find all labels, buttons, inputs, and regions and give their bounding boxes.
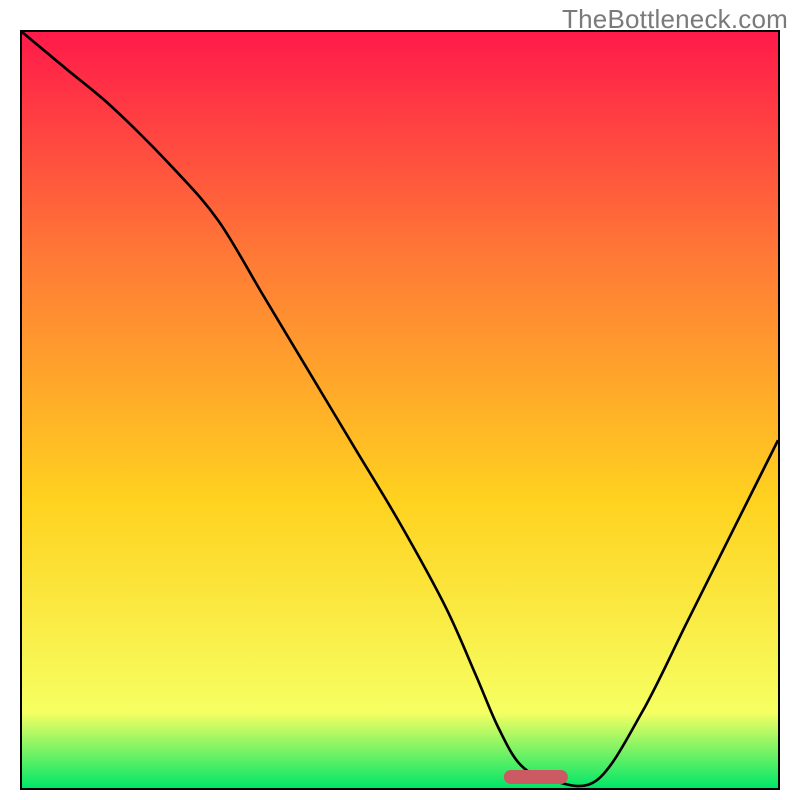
bottleneck-curve bbox=[22, 32, 778, 788]
optimal-marker bbox=[504, 770, 568, 784]
plot-area bbox=[20, 30, 780, 790]
chart-stage: TheBottleneck.com bbox=[0, 0, 800, 800]
